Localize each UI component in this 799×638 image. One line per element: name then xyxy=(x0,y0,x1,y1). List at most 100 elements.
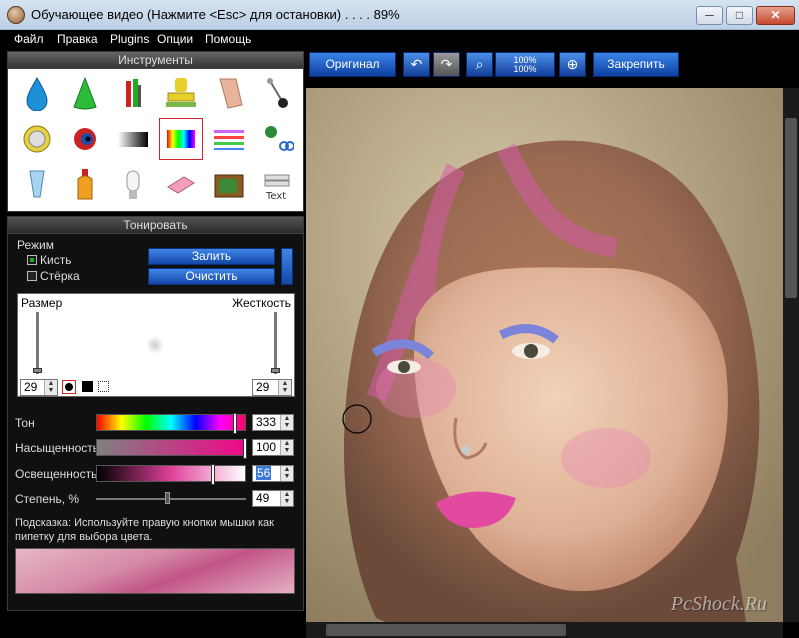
degree-thumb[interactable] xyxy=(165,492,170,504)
photo-canvas[interactable]: PcShock.Ru xyxy=(306,88,783,622)
hardness-spin[interactable]: 29 ▲ ▼ xyxy=(252,379,292,396)
horizontal-scroll-thumb[interactable] xyxy=(326,624,566,636)
hardness-spin-arrows[interactable]: ▲ ▼ xyxy=(278,380,291,395)
bottle-icon[interactable] xyxy=(63,164,107,206)
zoom-fit-icon[interactable]: ⌕ xyxy=(466,52,493,77)
tube-icon[interactable] xyxy=(15,164,59,206)
eye-icon[interactable] xyxy=(63,118,107,160)
window-title: Обучающее видео (Нажмите <Esc> для остан… xyxy=(31,7,400,22)
fill-button[interactable]: Залить xyxy=(148,248,275,265)
hardness-slider-thumb[interactable] xyxy=(271,368,280,373)
size-slider[interactable] xyxy=(36,312,39,374)
redo-icon[interactable]: ↷ xyxy=(433,52,460,77)
square-brush-button[interactable] xyxy=(82,381,93,392)
lightness-label: Освещенность xyxy=(15,467,98,481)
vertical-scroll-thumb[interactable] xyxy=(785,118,797,298)
degree-spin-arrows[interactable]: ▲ ▼ xyxy=(280,491,293,506)
left-panel: Инструменты Text Тонировать Режим Кисть … xyxy=(0,48,306,611)
saturation-thumb[interactable] xyxy=(243,438,247,459)
watermark: PcShock.Ru xyxy=(670,593,767,615)
erase-label: Стёрка xyxy=(40,269,80,283)
work-area: Оригинал ↶ ↷ ⌕ 100% 100% ⊕ Закрепить PcS… xyxy=(306,48,799,638)
erase-radio[interactable] xyxy=(27,271,37,281)
horizontal-scrollbar[interactable] xyxy=(306,622,783,638)
green-cone-icon[interactable] xyxy=(63,72,107,114)
brush-preview: Размер Жесткость 29 ▲ ▼ 29 ▲ ▼ xyxy=(17,293,295,397)
lightness-spin[interactable]: 56 ▲ ▼ xyxy=(252,465,294,482)
lightness-slider[interactable] xyxy=(96,464,246,485)
hue-spin-arrows[interactable]: ▲ ▼ xyxy=(280,415,293,430)
hue-slider[interactable] xyxy=(96,413,246,434)
brush-radio[interactable] xyxy=(27,255,37,265)
zoom-100-icon[interactable]: 100% 100% xyxy=(495,52,555,77)
paint-tubes-icon[interactable] xyxy=(111,72,155,114)
menu-help[interactable]: Помощь xyxy=(205,32,251,46)
close-button[interactable]: ✕ xyxy=(756,6,795,25)
menu-file[interactable]: Файл xyxy=(14,32,44,46)
selection-brush-button[interactable] xyxy=(98,381,109,392)
hardness-label: Жесткость xyxy=(232,296,291,310)
degree-slider[interactable] xyxy=(96,498,246,500)
tools-header: Инструменты xyxy=(8,52,303,69)
lightness-value: 56 xyxy=(256,466,272,480)
saturation-spin-arrows[interactable]: ▲ ▼ xyxy=(280,440,293,455)
gradient-icon[interactable] xyxy=(111,118,155,160)
rainbow-tone-icon[interactable] xyxy=(159,118,203,160)
hue-spin[interactable]: 333 ▲ ▼ xyxy=(252,414,294,431)
menu-edit[interactable]: Правка xyxy=(57,32,98,46)
saturation-slider[interactable] xyxy=(96,438,247,459)
hue-thumb[interactable] xyxy=(233,413,237,434)
saturation-spin[interactable]: 100 ▲ ▼ xyxy=(252,439,294,456)
tools-panel: Инструменты Text xyxy=(7,51,304,212)
original-button[interactable]: Оригинал xyxy=(309,52,396,77)
app-icon xyxy=(7,6,25,24)
jewel-icon[interactable] xyxy=(15,118,59,160)
round-brush-button[interactable] xyxy=(62,380,76,394)
lightness-thumb[interactable] xyxy=(211,464,215,485)
eraser-finger-icon[interactable] xyxy=(207,72,251,114)
water-drop-icon[interactable] xyxy=(15,72,59,114)
saturation-label: Насыщенность xyxy=(15,441,100,455)
panel-toggle-button[interactable] xyxy=(281,248,293,285)
pin-button[interactable]: Закрепить xyxy=(593,52,679,77)
degree-spin[interactable]: 49 ▲ ▼ xyxy=(252,490,294,507)
title-bar: Обучающее видео (Нажмите <Esc> для остан… xyxy=(0,0,799,30)
stamp-icon[interactable] xyxy=(159,72,203,114)
mode-label: Режим xyxy=(17,238,54,252)
size-spin[interactable]: 29 ▲ ▼ xyxy=(20,379,58,396)
undo-icon[interactable]: ↶ xyxy=(403,52,430,77)
degree-label: Степень, % xyxy=(15,492,80,506)
portrait-image xyxy=(306,88,783,622)
size-label: Размер xyxy=(21,296,63,310)
scissors-clone-icon[interactable] xyxy=(255,118,299,160)
tv-icon[interactable] xyxy=(207,164,251,206)
menu-options[interactable]: Опции xyxy=(157,32,193,46)
menu-plugins[interactable]: Plugins xyxy=(110,32,149,46)
hardness-slider[interactable] xyxy=(274,312,277,374)
degree-value: 49 xyxy=(256,491,270,505)
pin-icon[interactable] xyxy=(255,72,299,114)
svg-text:Text: Text xyxy=(265,191,286,202)
tone-header: Тонировать xyxy=(8,217,303,234)
brush-label: Кисть xyxy=(40,253,72,267)
tone-panel: Тонировать Режим Кисть Стёрка Залить Очи… xyxy=(7,216,304,611)
color-lines-icon[interactable] xyxy=(207,118,251,160)
saturation-value: 100 xyxy=(256,440,277,454)
menu-bar: Файл Правка Plugins Опции Помощь xyxy=(0,30,799,48)
zoom-in-icon[interactable]: ⊕ xyxy=(559,52,586,77)
lightness-spin-arrows[interactable]: ▲ ▼ xyxy=(280,466,293,481)
hardness-value: 29 xyxy=(256,380,270,394)
brush-dot xyxy=(146,336,164,354)
app-window: Обучающее видео (Нажмите <Esc> для остан… xyxy=(0,0,799,638)
maximize-button[interactable]: □ xyxy=(726,6,753,25)
vertical-scrollbar[interactable] xyxy=(783,88,799,622)
size-slider-thumb[interactable] xyxy=(33,368,42,373)
eraser-icon[interactable] xyxy=(159,164,203,206)
minimize-button[interactable]: ─ xyxy=(696,6,723,25)
clear-button[interactable]: Очистить xyxy=(148,268,275,285)
hue-label: Тон xyxy=(15,416,35,430)
text-stack-icon[interactable]: Text xyxy=(255,164,299,206)
size-spin-arrows[interactable]: ▲ ▼ xyxy=(44,380,57,395)
bulb-icon[interactable] xyxy=(111,164,155,206)
hue-value: 333 xyxy=(256,415,277,429)
